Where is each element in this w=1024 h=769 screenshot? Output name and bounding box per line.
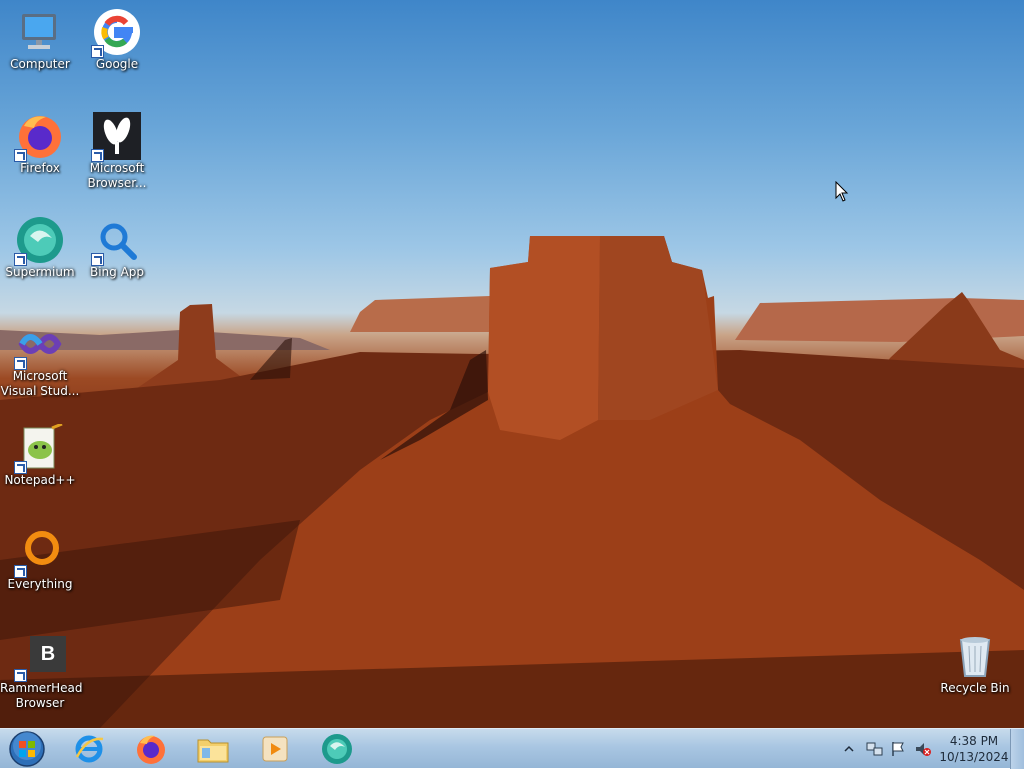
desktop-icon-visual-studio[interactable]: Microsoft Visual Stud... [0,312,80,408]
desktop-wallpaper[interactable]: Computer Google Firefox Microsoft Browse… [0,0,1024,728]
computer-icon [16,8,64,56]
shortcut-arrow-icon [14,461,27,474]
desktop-icon-rammerhead[interactable]: B RammerHead Browser [0,624,83,720]
mouse-cursor-icon [835,181,849,202]
desktop-icon-microsoft-browser[interactable]: Microsoft Browser... [77,104,157,200]
icon-label: Everything [7,577,73,591]
everything-icon [14,528,64,578]
taskbar-supermium-button[interactable] [312,731,362,767]
show-hidden-icons-button[interactable] [843,729,855,769]
firefox-icon [14,112,64,162]
supermium-icon [14,216,64,266]
folder-icon [197,739,229,763]
shortcut-arrow-icon [91,253,104,266]
desktop-icon-computer[interactable]: Computer [0,0,80,96]
desktop-icon-supermium[interactable]: Supermium [0,208,80,304]
clock-time: 4:38 PM [949,734,999,748]
shortcut-arrow-icon [14,565,27,578]
icon-label: Bing App [89,265,145,279]
show-hidden-icon [844,745,854,752]
shortcut-arrow-icon [14,149,27,162]
desktop-icon-everything[interactable]: Everything [0,520,80,616]
notepadpp-icon [14,422,64,474]
recycle-bin-icon [951,632,999,680]
windows-start-orb-icon [9,731,45,767]
icon-label: Google [95,57,139,71]
desktop-icon-notepadpp[interactable]: Notepad++ [0,416,80,512]
volume-muted-icon [916,743,931,756]
icon-label: Firefox [20,161,60,175]
google-icon [91,8,141,58]
rammerhead-icon: B [14,632,66,682]
icon-label: Microsoft Visual Stud... [0,369,80,398]
shortcut-arrow-icon [91,149,104,162]
shortcut-arrow-icon [14,253,27,266]
firefox-icon [137,735,165,764]
icon-label: Notepad++ [4,473,76,487]
desktop-icon-google[interactable]: Google [77,0,157,96]
taskbar-clock[interactable]: 4:38 PM 10/13/2024 [936,733,1012,765]
start-button[interactable] [2,731,52,767]
network-tray-button[interactable] [866,729,884,769]
desktop-icon-firefox[interactable]: Firefox [0,104,80,200]
taskbar-media-player-button[interactable] [250,731,300,767]
icon-label: Microsoft Browser... [87,161,147,190]
taskbar-ie-button[interactable] [64,731,114,767]
icon-label: Supermium [5,265,75,279]
microsoft-browser-icon [91,112,141,162]
desktop-icon-bing-app[interactable]: Bing App [77,208,157,304]
visual-studio-icon [14,320,64,370]
shortcut-arrow-icon [14,669,27,682]
supermium-icon [322,734,352,764]
volume-tray-button[interactable] [914,729,932,769]
media-player-icon [262,736,288,762]
rammerhead-letter: B [30,636,66,672]
icon-label: RammerHead Browser [0,681,83,710]
taskbar-explorer-button[interactable] [188,731,238,767]
show-desktop-button[interactable] [1010,729,1024,769]
icon-label: Computer [10,57,70,71]
icon-label: Recycle Bin [940,681,1010,695]
taskbar-firefox-button[interactable] [126,731,176,767]
clock-date: 10/13/2024 [939,750,1009,764]
ie-icon [75,735,104,763]
desktop-icon-recycle-bin[interactable]: Recycle Bin [935,624,1015,720]
taskbar: 4:38 PM 10/13/2024 [0,728,1024,769]
bing-app-icon [91,216,141,266]
network-icon [866,742,883,756]
action-center-flag-icon [892,742,904,756]
action-center-tray-button[interactable] [890,729,906,769]
shortcut-arrow-icon [14,357,27,370]
shortcut-arrow-icon [91,45,104,58]
